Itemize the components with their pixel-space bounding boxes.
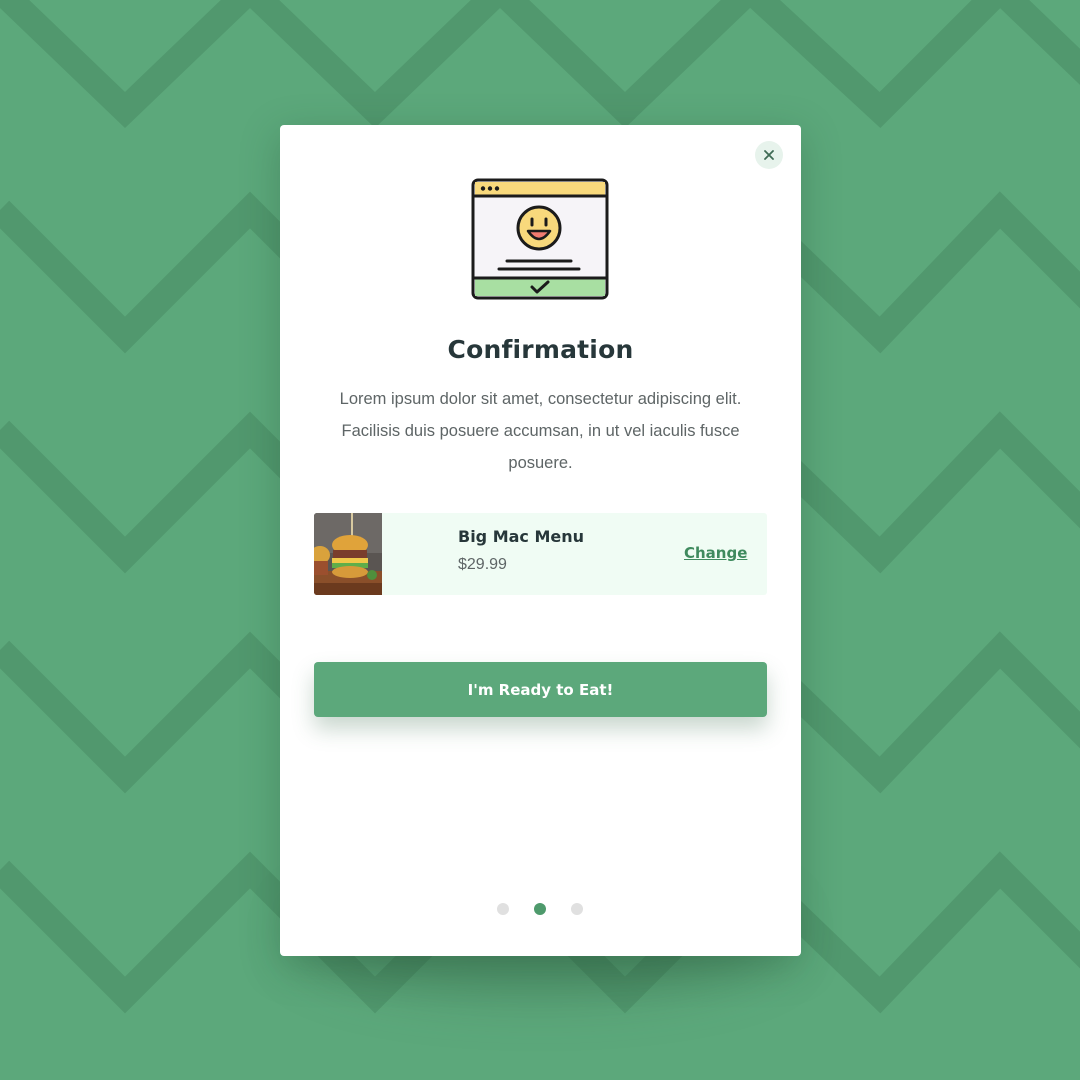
page-dot-1[interactable] bbox=[497, 903, 509, 915]
dialog-description: Lorem ipsum dolor sit amet, consectetur … bbox=[339, 390, 742, 472]
burger-photo bbox=[314, 513, 382, 595]
item-name: Big Mac Menu bbox=[458, 527, 585, 546]
item-price: $29.99 bbox=[458, 556, 507, 573]
smiley-browser-check-icon bbox=[471, 178, 609, 300]
close-button[interactable] bbox=[755, 141, 783, 169]
pagination-dots bbox=[280, 903, 801, 915]
close-icon bbox=[764, 150, 774, 160]
dialog-title: Confirmation bbox=[447, 335, 634, 364]
confirmation-dialog: Confirmation Lorem ipsum dolor sit amet,… bbox=[280, 125, 801, 956]
page-dot-2-active[interactable] bbox=[534, 903, 546, 915]
page-dot-3[interactable] bbox=[571, 903, 583, 915]
ready-to-eat-button[interactable]: I'm Ready to Eat! bbox=[314, 662, 767, 717]
order-item-row: Big Mac Menu $29.99 Change bbox=[314, 513, 767, 595]
change-item-link[interactable]: Change bbox=[684, 544, 747, 562]
